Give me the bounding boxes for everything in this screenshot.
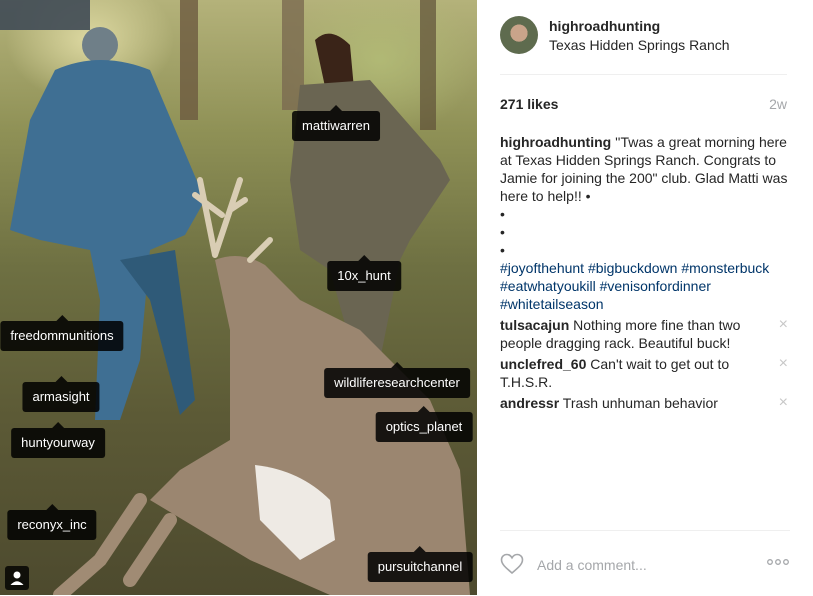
post-timestamp[interactable]: 2w xyxy=(769,96,787,112)
post-footer xyxy=(500,530,790,596)
close-icon[interactable]: × xyxy=(779,394,788,412)
comment-username[interactable]: tulsacajun xyxy=(500,317,569,333)
avatar[interactable] xyxy=(500,16,538,54)
header-username[interactable]: highroadhunting xyxy=(549,18,660,34)
caption-username[interactable]: highroadhunting xyxy=(500,134,611,150)
photo-tag-optics-planet[interactable]: optics_planet xyxy=(375,406,473,442)
user-tags-button[interactable] xyxy=(5,566,29,590)
photo-tag-wildliferesearchcenter[interactable]: wildliferesearchcenter xyxy=(324,362,470,398)
comment-username[interactable]: unclefred_60 xyxy=(500,356,586,372)
heart-icon[interactable] xyxy=(500,553,524,575)
likes-count[interactable]: 271 likes xyxy=(500,96,558,112)
header-location[interactable]: Texas Hidden Springs Ranch xyxy=(549,37,730,53)
comment: unclefred_60 Can't wait to get out to T.… xyxy=(500,355,790,391)
person-icon xyxy=(10,571,24,585)
post-header: highroadhunting Texas Hidden Springs Ran… xyxy=(500,16,787,75)
photo-tag-pursuitchannel[interactable]: pursuitchannel xyxy=(367,546,473,582)
photo-tag-freedommunitions[interactable]: freedommunitions xyxy=(0,315,124,351)
caption-bullet: • xyxy=(500,242,505,258)
caption-hashtags[interactable]: #joyofthehunt #bigbuckdown #monsterbuck … xyxy=(500,259,790,313)
close-icon[interactable]: × xyxy=(779,355,788,373)
photo-tag-10x-hunt[interactable]: 10x_hunt xyxy=(327,255,401,291)
comment: tulsacajun Nothing more fine than two pe… xyxy=(500,316,790,352)
photo-scene xyxy=(0,0,470,595)
post-side-panel: highroadhunting Texas Hidden Springs Ran… xyxy=(477,0,813,595)
add-comment-input[interactable] xyxy=(535,551,759,579)
caption-bullet: • xyxy=(500,206,505,222)
post-photo[interactable]: mattiwarren 10x_hunt freedommunitions wi… xyxy=(0,0,477,595)
more-options-icon[interactable] xyxy=(766,556,790,568)
comment-text: Trash unhuman behavior xyxy=(562,395,718,411)
photo-tag-armasight[interactable]: armasight xyxy=(22,376,100,412)
comment-list: highroadhunting ''Twas a great morning h… xyxy=(500,133,790,412)
caption-bullet: • xyxy=(500,224,505,240)
comment: andressr Trash unhuman behavior × xyxy=(500,394,790,412)
photo-tag-reconyx-inc[interactable]: reconyx_inc xyxy=(7,504,97,540)
photo-tag-mattiwarren[interactable]: mattiwarren xyxy=(292,105,380,141)
comment-username[interactable]: andressr xyxy=(500,395,559,411)
caption: highroadhunting ''Twas a great morning h… xyxy=(500,133,790,313)
photo-tag-huntyourway[interactable]: huntyourway xyxy=(11,422,105,458)
close-icon[interactable]: × xyxy=(779,316,788,334)
